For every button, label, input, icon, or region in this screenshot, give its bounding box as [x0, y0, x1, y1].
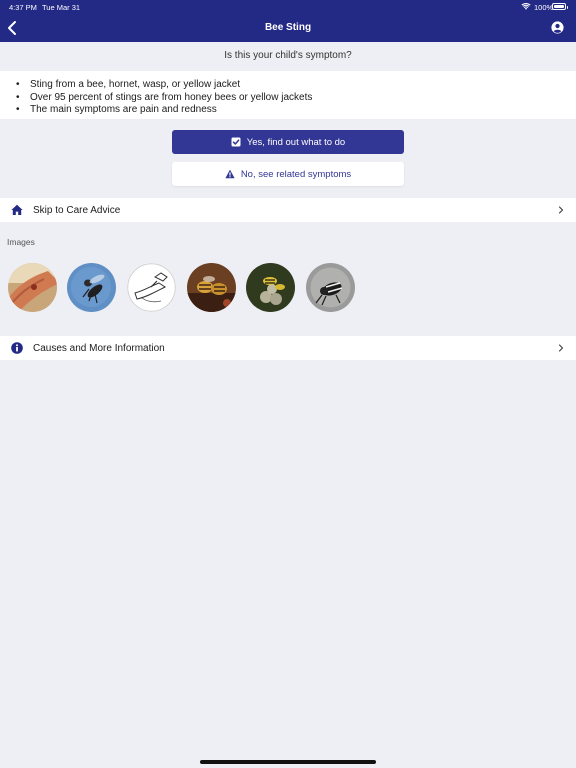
skip-to-care-advice-label: Skip to Care Advice: [33, 205, 121, 216]
status-bar: 4:37 PM Tue Mar 31 100%: [0, 0, 576, 14]
yes-find-out-button[interactable]: Yes, find out what to do: [172, 130, 404, 154]
image-thumbnail-stinger-removal-drawing[interactable]: [127, 263, 176, 312]
account-icon[interactable]: [551, 21, 564, 34]
home-icon: [11, 204, 23, 215]
chevron-right-icon: [558, 344, 564, 352]
skip-to-care-advice-row[interactable]: Skip to Care Advice: [0, 198, 576, 222]
battery-percent: 100%: [534, 3, 554, 12]
nav-bar: Bee Sting: [0, 14, 576, 42]
image-thumbnail-wasp-flying[interactable]: [67, 263, 116, 312]
symptom-question: Is this your child's symptom?: [224, 50, 352, 61]
chevron-right-icon: [558, 206, 564, 214]
page-title: Bee Sting: [264, 22, 312, 33]
info-icon: [11, 342, 23, 354]
status-time: 4:37 PM: [9, 3, 37, 12]
symptom-list-card: Sting from a bee, hornet, wasp, or yello…: [0, 71, 576, 119]
status-date: Tue Mar 31: [42, 3, 81, 12]
checkbox-checked-icon: [231, 137, 241, 147]
warning-icon: [225, 169, 235, 179]
no-button-label: No, see related symptoms: [240, 168, 352, 180]
image-thumbnail-hornet[interactable]: [306, 263, 355, 312]
battery-icon: [552, 3, 568, 10]
symptom-item: Over 95 percent of stings are from honey…: [16, 92, 576, 105]
symptom-item: Sting from a bee, hornet, wasp, or yello…: [16, 79, 576, 92]
causes-and-more-information-row[interactable]: Causes and More Information: [0, 336, 576, 360]
yes-button-label: Yes, find out what to do: [246, 136, 346, 148]
home-indicator[interactable]: [200, 760, 376, 764]
symptom-item: The main symptoms are pain and redness: [16, 104, 576, 117]
image-thumbnail-yellow-jacket-nest[interactable]: [246, 263, 295, 312]
no-related-symptoms-button[interactable]: No, see related symptoms: [172, 162, 404, 186]
images-section-label: Images: [7, 237, 35, 247]
symptom-list: Sting from a bee, hornet, wasp, or yello…: [0, 71, 576, 117]
image-thumbnail-sting-on-skin[interactable]: [8, 263, 57, 312]
causes-and-more-information-label: Causes and More Information: [33, 343, 165, 354]
wifi-icon: [521, 3, 531, 10]
image-thumbnail-honey-bees[interactable]: [187, 263, 236, 312]
